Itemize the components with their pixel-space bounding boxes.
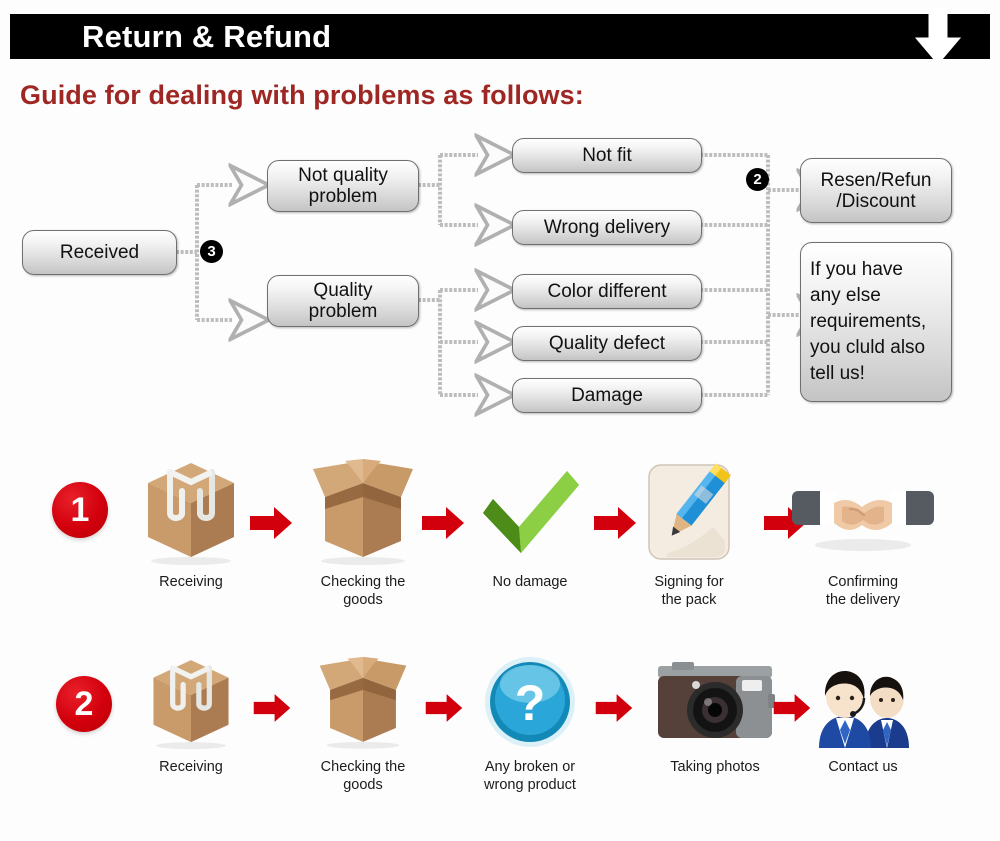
process-step-no-damage[interactable]: No damage	[455, 455, 605, 591]
process-step-any-broken[interactable]: ? Any broken or wrong product	[455, 640, 605, 794]
process-step-receiving-2[interactable]: Receiving	[116, 640, 266, 776]
camera-icon	[640, 640, 790, 750]
step-badge-2: 2	[56, 676, 112, 732]
flow-node-color-different[interactable]: Color different	[512, 274, 702, 309]
caption-line-2: the pack	[661, 592, 717, 608]
flow-node-resend-line2: /Discount	[836, 190, 916, 212]
process-step-contact-us[interactable]: Contact us	[788, 640, 938, 776]
process-step-caption: Receiving	[116, 573, 266, 591]
flow-node-any-else-line2: any else	[810, 285, 881, 306]
flow-node-resend-refund-discount[interactable]: Resen/Refun /Discount	[800, 158, 952, 223]
open-box-icon	[288, 455, 438, 565]
caption-line-2: goods	[343, 592, 383, 608]
caption-line-2: the delivery	[825, 592, 901, 608]
caption-line-1: Any broken or	[484, 759, 576, 775]
header-bar: Return & Refund	[10, 14, 990, 59]
flow-node-wrong-delivery-label: Wrong delivery	[543, 217, 671, 238]
process-step-caption: Receiving	[116, 758, 266, 776]
process-step-signing[interactable]: Signing for the pack	[614, 455, 764, 609]
process-step-taking-photos[interactable]: Taking photos	[640, 640, 790, 776]
flow-node-not-fit-label: Not fit	[582, 145, 632, 166]
caption-line-1: Contact us	[828, 759, 898, 775]
flow-node-any-else-line5: tell us!	[810, 363, 865, 384]
caption-line-1: Confirming	[827, 574, 899, 590]
process-step-checking-1[interactable]: Checking the goods	[288, 455, 438, 609]
caption-line-2: wrong product	[484, 777, 576, 793]
flow-node-quality-defect[interactable]: Quality defect	[512, 326, 702, 361]
process-step-caption: Checking the goods	[288, 758, 438, 794]
process-step-caption: Checking the goods	[288, 573, 438, 609]
process-step-caption: Any broken or wrong product	[455, 758, 605, 794]
step-badge-2-label: 2	[74, 684, 94, 723]
flow-node-damage[interactable]: Damage	[512, 378, 702, 413]
open-box-icon	[288, 640, 438, 750]
caption-line-1: Checking the	[320, 759, 406, 775]
pencil-sign-icon	[614, 455, 764, 565]
flow-node-quality-problem-line2: problem	[308, 301, 378, 322]
flow-node-resend-line1: Resen/Refun	[820, 169, 932, 191]
flow-node-not-fit[interactable]: Not fit	[512, 138, 702, 173]
process-step-caption: Contact us	[788, 758, 938, 776]
flow-node-wrong-delivery[interactable]: Wrong delivery	[512, 210, 702, 245]
process-step-caption: Confirming the delivery	[788, 573, 938, 609]
page-title: Return & Refund	[82, 19, 332, 54]
process-step-caption: Signing for the pack	[614, 573, 764, 609]
flow-node-color-different-label: Color different	[547, 281, 667, 302]
caption-line-1: Signing for	[654, 574, 724, 590]
process-step-caption: Taking photos	[640, 758, 790, 776]
process-step-confirming[interactable]: Confirming the delivery	[788, 455, 938, 609]
flow-node-received[interactable]: Received	[22, 230, 177, 275]
flow-node-received-label: Received	[59, 242, 140, 263]
flow-node-any-else-line1: If you have	[810, 259, 903, 280]
process-row-2: 2 Receiving Checking the goods ? Any bro…	[0, 630, 1000, 825]
caption-line-1: Taking photos	[670, 759, 760, 775]
flow-node-quality-defect-label: Quality defect	[548, 333, 666, 354]
flow-node-not-quality-problem[interactable]: Not quality problem	[267, 160, 419, 212]
question-mark-icon: ?	[455, 640, 605, 750]
guide-heading: Guide for dealing with problems as follo…	[20, 80, 584, 110]
flow-node-any-else-requirements[interactable]: If you have any else requirements, you c…	[800, 242, 952, 402]
caption-line-1: Checking the	[320, 574, 406, 590]
green-check-icon	[455, 455, 605, 565]
svg-text:?: ?	[515, 675, 546, 731]
support-agents-icon	[788, 640, 938, 750]
flow-node-quality-problem[interactable]: Quality problem	[267, 275, 419, 327]
process-step-caption: No damage	[455, 573, 605, 591]
branch-badge-3: 3	[200, 240, 223, 263]
process-row-1: 1 Receiving Checking the goods No damage…	[0, 455, 1000, 650]
flowchart: Received 3 Not quality problem Quality p…	[0, 130, 1000, 430]
sealed-box-icon	[116, 640, 266, 750]
down-arrow-icon	[908, 7, 968, 68]
step-badge-1: 1	[52, 482, 108, 538]
handshake-icon	[788, 455, 938, 565]
caption-line-2: goods	[343, 777, 383, 793]
flow-node-any-else-line3: requirements,	[810, 311, 927, 332]
flow-node-damage-label: Damage	[571, 385, 643, 406]
flow-node-any-else-line4: you cluld also	[810, 337, 926, 358]
flow-node-not-quality-problem-line2: problem	[308, 186, 378, 207]
flow-node-quality-problem-line1: Quality	[313, 280, 373, 301]
step-badge-1-label: 1	[70, 490, 90, 529]
caption-line-1: Receiving	[159, 574, 223, 590]
branch-badge-2-label: 2	[753, 171, 762, 188]
process-step-checking-2[interactable]: Checking the goods	[288, 640, 438, 794]
caption-line-1: Receiving	[159, 759, 223, 775]
red-arrow-icon	[594, 690, 640, 730]
branch-badge-2: 2	[746, 168, 769, 191]
flow-node-not-quality-problem-line1: Not quality	[298, 165, 388, 186]
branch-badge-3-label: 3	[207, 243, 216, 260]
process-step-receiving-1[interactable]: Receiving	[116, 455, 266, 591]
caption-line-1: No damage	[492, 574, 568, 590]
sealed-box-icon	[116, 455, 266, 565]
